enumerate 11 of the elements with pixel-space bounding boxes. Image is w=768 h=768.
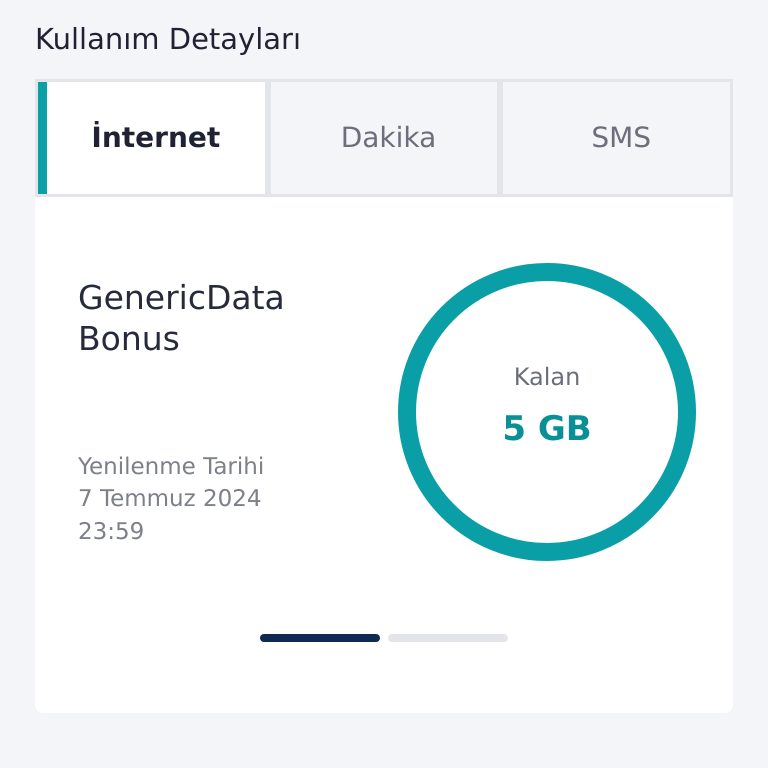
gauge-value: 5 GB [502,408,592,449]
renewal-date: 7 Temmuz 2024 [78,485,263,514]
renewal-time: 23:59 [78,518,146,547]
tab[interactable]: SMS [503,82,730,194]
renewal-label: Yenilenme Tarihi [78,453,266,482]
gauge-label: Kalan [514,362,580,391]
section-title: Kullanım Detayları [35,22,302,57]
tab[interactable]: İnternet [38,82,265,194]
tab[interactable]: Dakika [270,82,498,194]
package-name: GenericData Bonus [78,276,286,360]
page-indicator[interactable] [260,634,380,642]
